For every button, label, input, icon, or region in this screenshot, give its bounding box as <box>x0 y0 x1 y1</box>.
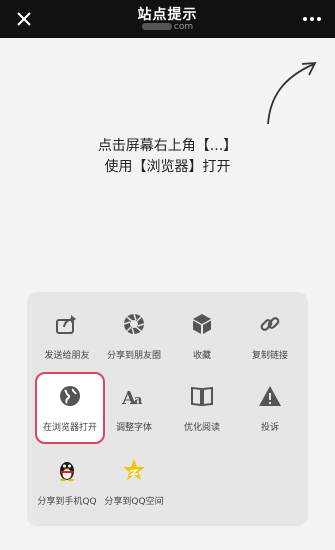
top-bar: 站点提示 com <box>0 0 335 38</box>
qzone-star-icon <box>123 459 145 480</box>
book-icon <box>191 386 213 407</box>
pointer-arrow-icon <box>267 61 317 125</box>
share-to-qq-button[interactable]: 分享到手机QQ <box>32 446 102 518</box>
blurred-domain <box>141 23 172 30</box>
page-title: 站点提示 <box>137 7 198 23</box>
hint-line-2: 使用【浏览器】打开 <box>104 159 231 175</box>
share-to-qzone-button[interactable]: 分享到QQ空间 <box>99 446 169 518</box>
open-in-browser-hint: 点击屏幕右上角【...】 使用【浏览器】打开 <box>0 136 335 178</box>
complaint-label: 投诉 <box>260 423 279 433</box>
hint-line-1: 点击屏幕右上角【...】 <box>97 138 238 154</box>
link-icon <box>260 317 280 331</box>
send-to-friend-button[interactable]: 发送给朋友 <box>32 300 102 372</box>
copy-link-button[interactable]: 复制链接 <box>235 300 305 372</box>
complaint-button[interactable]: 投诉 <box>235 372 305 444</box>
share-to-moments-button[interactable]: 分享到朋友圈 <box>99 300 169 372</box>
share-to-qzone-label: 分享到QQ空间 <box>104 497 164 507</box>
more-dots-icon[interactable] <box>301 11 323 27</box>
domain-suffix: com <box>173 22 194 32</box>
svg-text:a: a <box>134 393 143 408</box>
warning-icon <box>259 386 281 406</box>
share-menu-panel: 发送给朋友 分享到朋友圈 收藏 复制链接 在浏览器打开 A a 调整字体 优化阅… <box>27 292 308 526</box>
share-arrow-icon <box>56 315 76 334</box>
adjust-font-button[interactable]: A a 调整字体 <box>99 372 169 444</box>
open-in-browser-button[interactable]: 在浏览器打开 <box>35 372 105 444</box>
optimize-reading-button[interactable]: 优化阅读 <box>167 372 237 444</box>
page-domain: com <box>0 22 335 32</box>
font-icon: A a <box>122 388 143 408</box>
copy-link-label: 复制链接 <box>251 351 288 361</box>
cube-icon <box>193 314 211 334</box>
favorite-button[interactable]: 收藏 <box>167 300 237 372</box>
qq-penguin-icon <box>60 462 74 482</box>
globe-icon <box>60 386 80 406</box>
moments-icon <box>123 313 145 335</box>
